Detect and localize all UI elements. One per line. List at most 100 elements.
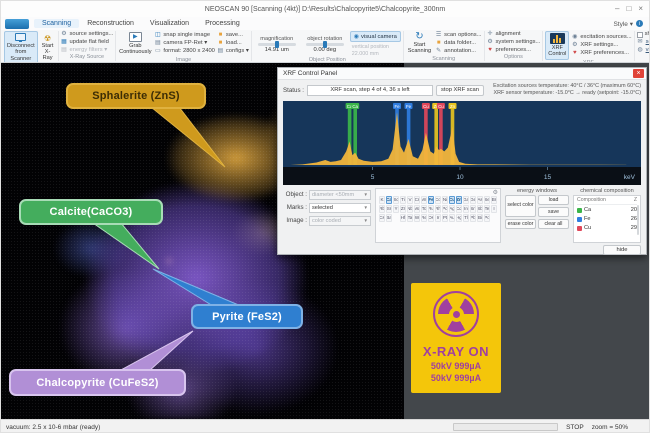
maximize-button[interactable]: □ <box>626 5 631 13</box>
tab-reconstruction[interactable]: Reconstruction <box>79 19 142 28</box>
save-button[interactable]: save <box>538 206 569 217</box>
element-cell-br[interactable]: Br <box>491 195 497 204</box>
tab-processing[interactable]: Processing <box>197 19 248 28</box>
element-cell-sb[interactable]: Sb <box>477 204 483 213</box>
image-dropdown[interactable]: color coded ▼ <box>309 215 371 226</box>
element-cell-re[interactable]: Re <box>421 213 427 222</box>
element-cell-fe[interactable]: Fe <box>428 195 434 204</box>
scan-options-item[interactable]: ☰ scan options... <box>435 32 482 39</box>
marks-dropdown[interactable]: selected ▼ <box>309 202 371 213</box>
close-button[interactable]: × <box>638 5 643 13</box>
element-cell-ir[interactable]: Ir <box>435 213 441 222</box>
element-cell-cd[interactable]: Cd <box>456 204 462 213</box>
send-email-link[interactable]: ✉send e-mail <box>637 39 649 46</box>
camera-mode-item[interactable]: ▤ camera FP-Ret ▾ <box>154 40 215 47</box>
element-cell-te[interactable]: Te <box>484 204 490 213</box>
element-cell-v[interactable]: V <box>407 195 413 204</box>
load-button[interactable]: load <box>538 194 569 205</box>
excitation-sources-item[interactable]: ◉ excitation sources... <box>571 34 631 41</box>
system-settings-item[interactable]: ⚙ system settings... <box>487 39 540 46</box>
element-cell-rh[interactable]: Rh <box>435 204 441 213</box>
element-cell-ag[interactable]: Ag <box>449 204 455 213</box>
rotation-slider[interactable] <box>305 40 344 48</box>
element-cell-w[interactable]: W <box>414 213 420 222</box>
panel-title-bar[interactable]: XRF Control Panel × <box>278 68 646 80</box>
update-flat-field-item[interactable]: ▦ update flat field <box>61 39 114 46</box>
scrollbar[interactable] <box>637 204 639 235</box>
start-xray-button[interactable]: ☢ Start X-Ray <box>40 31 56 62</box>
element-cell-ca[interactable]: Ca <box>386 195 392 204</box>
element-cell-pd[interactable]: Pd <box>442 204 448 213</box>
element-cell-au[interactable]: Au <box>449 213 455 222</box>
data-folder-item[interactable]: ■ data folder... <box>435 40 481 47</box>
element-cell-po[interactable]: Po <box>484 213 490 222</box>
load-item[interactable]: ■ load... <box>217 40 249 47</box>
xrf-settings-item[interactable]: ⚙ XRF settings... <box>571 42 631 49</box>
element-cell-sn[interactable]: Sn <box>470 204 476 213</box>
element-cell-sc[interactable]: Sc <box>393 195 399 204</box>
info-icon[interactable]: i <box>636 20 643 27</box>
annotation-item[interactable]: ✎ annotation... <box>435 48 481 55</box>
preferences-item[interactable]: ♥ preferences... <box>487 47 541 54</box>
element-cell-pt[interactable]: Pt <box>442 213 448 222</box>
configs-item[interactable]: ▤ configs ▾ <box>217 48 249 55</box>
stop-indicator[interactable]: STOP <box>566 424 584 431</box>
app-menu-button[interactable] <box>5 18 29 29</box>
select-color-button[interactable]: select color <box>505 194 536 217</box>
element-cell-in[interactable]: In <box>463 204 469 213</box>
minimize-button[interactable]: – <box>615 5 619 13</box>
element-cell-k[interactable]: K <box>379 195 385 204</box>
element-cell-tc[interactable]: Tc <box>421 204 427 213</box>
slider-thumb[interactable] <box>322 40 327 48</box>
shortcuts-option[interactable]: shortcuts <box>636 31 649 38</box>
object-dropdown[interactable]: diameter <50mm ▼ <box>309 189 371 200</box>
xrf-control-button[interactable]: XRF Control <box>545 31 570 60</box>
element-cell-i[interactable]: I <box>491 204 497 213</box>
hide-button[interactable]: hide <box>603 244 641 255</box>
element-cell-rb[interactable]: Rb <box>379 204 385 213</box>
element-cell-as[interactable]: As <box>477 195 483 204</box>
element-cell-hf[interactable]: Hf <box>400 213 406 222</box>
element-cell-ga[interactable]: Ga <box>463 195 469 204</box>
element-cell-zr[interactable]: Zr <box>400 204 406 213</box>
element-cell-os[interactable]: Os <box>428 213 434 222</box>
erase-color-button[interactable]: erase color <box>505 218 536 229</box>
element-cell-se[interactable]: Se <box>484 195 490 204</box>
element-cell-y[interactable]: Y <box>393 204 399 213</box>
alignment-item[interactable]: ✛ alignment <box>487 31 541 38</box>
element-cell-pb[interactable]: Pb <box>470 213 476 222</box>
visit-website-link[interactable]: ◍visit website <box>637 47 649 54</box>
snap-single-image-item[interactable]: ◫ snap single image <box>154 32 215 39</box>
element-cell-nb[interactable]: Nb <box>407 204 413 213</box>
element-cell-ba[interactable]: Ba <box>386 213 392 222</box>
magnification-slider[interactable] <box>257 40 296 48</box>
element-cell-co[interactable]: Co <box>435 195 441 204</box>
visual-camera-toggle[interactable]: ◉ visual camera <box>349 31 401 42</box>
grab-continuously-button[interactable]: ▶ Grab Continuously <box>118 31 152 57</box>
disconnect-from-scanner-button[interactable]: Disconnect from Scanner <box>4 31 38 62</box>
element-cell-zn[interactable]: Zn <box>456 195 462 204</box>
element-cell-cr[interactable]: Cr <box>414 195 420 204</box>
start-scanning-button[interactable]: ↻ Start Scanning <box>406 31 433 56</box>
xrf-preferences-item[interactable]: ♥ XRF preferences... <box>571 50 631 57</box>
element-cell-mn[interactable]: Mn <box>421 195 427 204</box>
source-settings-item[interactable]: ⚙ source settings... <box>61 31 113 38</box>
element-cell-bi[interactable]: Bi <box>477 213 483 222</box>
format-item[interactable]: ▭ format: 2800 x 2400 <box>154 48 215 55</box>
element-cell-cs[interactable]: Cs <box>379 213 385 222</box>
save-item[interactable]: ■ save... <box>217 32 249 39</box>
stop-xrf-scan-button[interactable]: stop XRF scan <box>435 84 485 96</box>
tab-visualization[interactable]: Visualization <box>142 19 197 28</box>
element-cell-ta[interactable]: Ta <box>407 213 413 222</box>
slider-thumb[interactable] <box>274 40 279 48</box>
element-cell-ge[interactable]: Ge <box>470 195 476 204</box>
element-cell-tl[interactable]: Tl <box>463 213 469 222</box>
clear-all-button[interactable]: clear all <box>538 218 569 229</box>
element-cell-ru[interactable]: Ru <box>428 204 434 213</box>
style-menu[interactable]: Style ▾ <box>613 20 633 28</box>
element-cell-cu[interactable]: Cu <box>449 195 455 204</box>
panel-close-button[interactable]: × <box>633 69 644 78</box>
element-cell-mo[interactable]: Mo <box>414 204 420 213</box>
element-cell-ni[interactable]: Ni <box>442 195 448 204</box>
element-cell-hg[interactable]: Hg <box>456 213 462 222</box>
